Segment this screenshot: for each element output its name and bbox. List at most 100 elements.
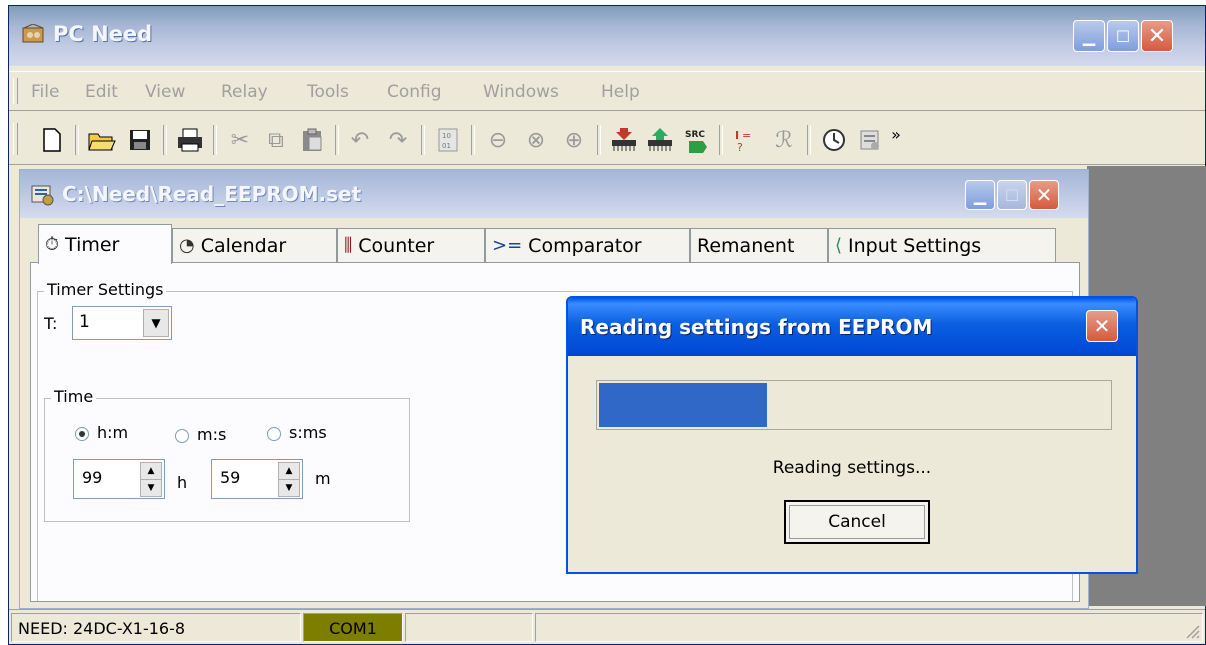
spin-down-icon[interactable]: ▼	[278, 479, 300, 497]
menu-bar: File Edit View Relay Tools Config Window…	[9, 71, 1205, 111]
t-label: T:	[44, 314, 58, 333]
menu-windows[interactable]: Windows	[483, 82, 559, 102]
reading-dialog: Reading settings from EEPROM ✕ Reading s…	[566, 296, 1138, 574]
minimize-icon: ▁	[1082, 26, 1096, 46]
cancel-button-label: Cancel	[828, 512, 886, 532]
child-close-button[interactable]: ✕	[1029, 180, 1059, 210]
calendar-icon: ◔	[179, 235, 195, 256]
radio-sms[interactable]	[267, 427, 281, 441]
upload-icon[interactable]	[645, 125, 675, 155]
menu-relay[interactable]: Relay	[221, 82, 268, 102]
status-panel-3	[405, 613, 533, 642]
progress-bar	[596, 380, 1112, 430]
input-icon: ⟨	[835, 235, 843, 256]
maximize-button[interactable]: ☐	[1107, 20, 1139, 52]
timer-icon: ⏱	[45, 234, 60, 255]
menu-help[interactable]: Help	[601, 82, 640, 102]
svg-text:10: 10	[442, 132, 451, 140]
close-icon: ✕	[1035, 183, 1053, 207]
toolbar-separator	[75, 125, 79, 155]
tab-calendar[interactable]: ◔ Calendar	[172, 228, 337, 262]
clock-icon[interactable]	[819, 125, 849, 155]
radio-sms-label[interactable]: s:ms	[289, 423, 327, 442]
toolbar-separator	[335, 125, 339, 155]
menu-tools[interactable]: Tools	[307, 82, 349, 102]
menu-config[interactable]: Config	[387, 82, 442, 102]
close-icon: ✕	[1147, 23, 1167, 49]
dialog-titlebar[interactable]: Reading settings from EEPROM ✕	[568, 298, 1136, 356]
tab-input-settings[interactable]: ⟨ Input Settings	[828, 228, 1056, 262]
tab-remanent[interactable]: Remanent	[690, 228, 828, 262]
minutes-value[interactable]: 59	[220, 468, 240, 487]
toolbar-separator	[471, 125, 475, 155]
save-icon[interactable]	[125, 125, 155, 155]
status-panel-4	[535, 613, 1203, 642]
toolbar: ✂ ⧉ ↶ ↷ 10 01 ⊖ ⊗ ⊕ SRC I =? ℛ »	[9, 113, 1205, 165]
child-maximize-button[interactable]: ☐	[997, 180, 1027, 210]
toolbar-grip[interactable]	[13, 123, 18, 155]
zoom-reset-icon[interactable]: ⊗	[521, 125, 551, 155]
menu-file[interactable]: File	[31, 82, 59, 102]
spin-up-icon[interactable]: ▲	[278, 462, 300, 480]
tab-comparator-label: Comparator	[528, 234, 642, 257]
hours-stepper[interactable]: 99 ▲ ▼	[73, 459, 165, 499]
zoom-in-icon[interactable]: ⊕	[559, 125, 589, 155]
timer-select[interactable]: 1 ▼	[72, 306, 172, 340]
svg-text:?: ?	[737, 141, 743, 153]
minutes-unit: m	[315, 469, 331, 488]
cancel-button[interactable]: Cancel	[784, 500, 930, 544]
main-titlebar[interactable]: PC Need ▁ ☐ ✕	[9, 6, 1205, 66]
zoom-out-icon[interactable]: ⊖	[483, 125, 513, 155]
formula-icon[interactable]: I =?	[731, 125, 761, 155]
tab-timer-label: Timer	[65, 233, 120, 256]
src-icon[interactable]: SRC	[681, 125, 711, 155]
child-window-title: C:\Need\Read_EEPROM.set	[62, 182, 362, 206]
dialog-status-text: Reading settings...	[772, 458, 932, 478]
undo-icon[interactable]: ↶	[345, 125, 375, 155]
child-titlebar[interactable]: C:\Need\Read_EEPROM.set ▁ ☐ ✕	[20, 170, 1088, 218]
status-device: NEED: 24DC-X1-16-8	[11, 613, 301, 642]
open-icon[interactable]	[87, 125, 117, 155]
radio-hm[interactable]	[75, 427, 89, 441]
binary-icon[interactable]: 10 01	[433, 125, 463, 155]
radio-ms[interactable]	[175, 429, 189, 443]
relay-icon[interactable]: ℛ	[769, 125, 799, 155]
counter-icon: ⫼	[344, 235, 353, 256]
print-icon[interactable]	[175, 125, 205, 155]
menu-view[interactable]: View	[145, 82, 185, 102]
resize-grip-icon[interactable]	[1184, 623, 1200, 639]
menu-edit[interactable]: Edit	[85, 82, 118, 102]
chevron-down-icon[interactable]: ▼	[143, 309, 169, 337]
status-bar: NEED: 24DC-X1-16-8 COM1	[9, 609, 1205, 644]
minutes-stepper[interactable]: 59 ▲ ▼	[211, 459, 303, 499]
cut-icon[interactable]: ✂	[225, 125, 255, 155]
radio-hm-label[interactable]: h:m	[97, 423, 128, 442]
radio-ms-label[interactable]: m:s	[197, 425, 226, 444]
tab-comparator[interactable]: >= Comparator	[485, 228, 690, 262]
paste-icon[interactable]	[297, 125, 327, 155]
child-minimize-button[interactable]: ▁	[965, 180, 995, 210]
download-icon[interactable]	[609, 125, 639, 155]
toolbar-separator	[163, 125, 167, 155]
close-button[interactable]: ✕	[1141, 20, 1173, 52]
tab-timer[interactable]: ⏱ Timer	[38, 224, 172, 264]
dialog-close-button[interactable]: ✕	[1086, 310, 1118, 342]
toolbar-separator	[421, 125, 425, 155]
copy-icon[interactable]: ⧉	[261, 125, 291, 155]
close-icon: ✕	[1093, 314, 1111, 338]
hours-value[interactable]: 99	[82, 468, 102, 487]
progress-fill	[599, 383, 768, 427]
minimize-button[interactable]: ▁	[1073, 20, 1105, 52]
hours-unit: h	[177, 473, 188, 492]
new-icon[interactable]	[37, 125, 67, 155]
menu-grip[interactable]	[13, 78, 18, 104]
redo-icon[interactable]: ↷	[383, 125, 413, 155]
toolbar-separator	[213, 125, 217, 155]
tab-input-settings-label: Input Settings	[848, 234, 982, 257]
settings-file-icon	[31, 185, 54, 206]
toolbar-overflow-icon[interactable]: »	[881, 119, 911, 149]
timer-settings-label: Timer Settings	[44, 280, 167, 299]
tab-counter[interactable]: ⫼ Counter	[337, 228, 485, 262]
spin-down-icon[interactable]: ▼	[140, 479, 162, 497]
spin-up-icon[interactable]: ▲	[140, 462, 162, 480]
